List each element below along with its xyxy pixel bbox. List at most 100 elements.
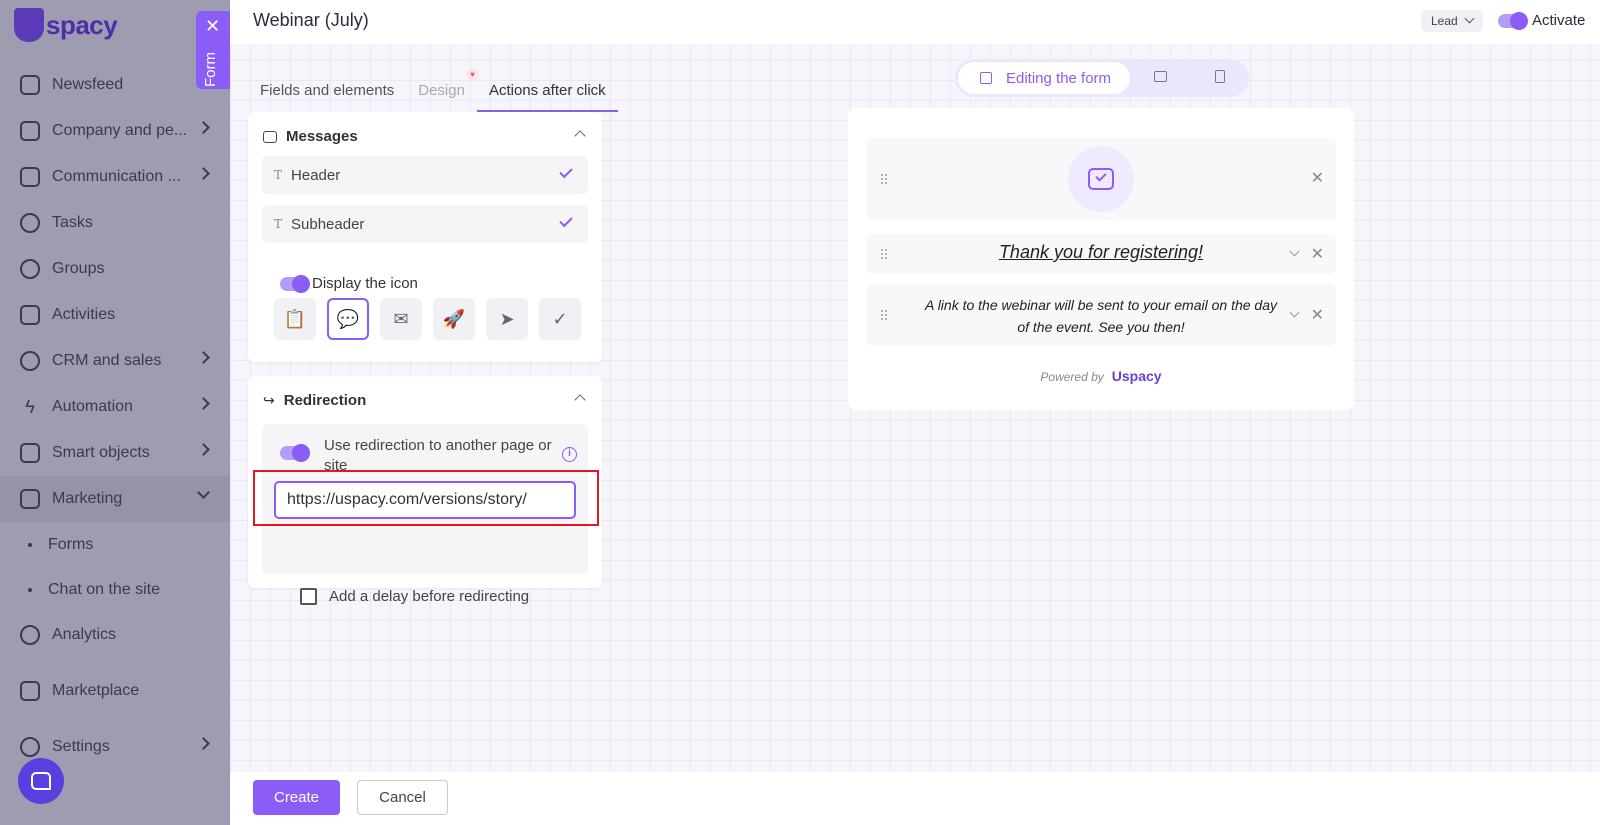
- tab-actions-after-click[interactable]: Actions after click: [476, 74, 618, 112]
- redirection-toggle[interactable]: [280, 444, 310, 462]
- chevron-down-icon[interactable]: [1289, 307, 1300, 318]
- sidebar-item-tasks[interactable]: Tasks: [0, 200, 230, 246]
- sidebar-item-label: Smart objects: [52, 444, 150, 461]
- logo-text: spacy: [46, 9, 118, 40]
- sidebar-item-label: Automation: [52, 398, 133, 415]
- preview-header-block[interactable]: Thank you for registering! ✕: [866, 234, 1336, 274]
- sidebar-item-groups[interactable]: Groups: [0, 246, 230, 292]
- sidebar-item-marketing[interactable]: Marketing: [0, 476, 230, 522]
- sidebar-item-communication[interactable]: Communication ...: [0, 154, 230, 200]
- laptop-icon[interactable]: [1154, 71, 1167, 82]
- calendar-icon: [20, 305, 40, 325]
- form-editor: Webinar (July) Lead Activate Fields and …: [230, 0, 1600, 825]
- chevron-right-icon: [197, 121, 210, 134]
- rocket-icon[interactable]: 🚀: [433, 298, 475, 340]
- powered-by: Powered by Uspacy: [848, 368, 1354, 384]
- sidebar-subitem-chat-on-site[interactable]: Chat on the site: [0, 567, 230, 612]
- message-header-row[interactable]: T Header: [262, 156, 588, 194]
- sidebar-item-label: Activities: [52, 306, 116, 323]
- sidebar: spacy Newsfeed Company and pe... Communi…: [0, 0, 230, 825]
- create-button[interactable]: Create: [253, 780, 340, 815]
- sidebar-item-label: Company and pe...: [52, 122, 188, 139]
- redirection-title: ↪ Redirection: [263, 392, 366, 409]
- chevron-right-icon: [197, 167, 210, 180]
- sidebar-nav: Newsfeed Company and pe... Communication…: [0, 62, 230, 770]
- display-icon-control[interactable]: Display the icon: [280, 274, 418, 293]
- tab-design[interactable]: Design ♥: [406, 68, 479, 112]
- close-icon[interactable]: ✕: [205, 17, 220, 35]
- sidebar-item-label: Marketplace: [52, 682, 140, 699]
- form-tab-label: Form: [202, 52, 219, 87]
- sidebar-item-smart-objects[interactable]: Smart objects: [0, 430, 230, 476]
- check-icon: [559, 164, 573, 179]
- sidebar-item-label: Communication ...: [52, 168, 181, 185]
- delay-control[interactable]: Add a delay before redirecting: [300, 588, 529, 605]
- sidebar-subitem-forms[interactable]: Forms: [0, 522, 230, 567]
- close-icon[interactable]: ✕: [1311, 168, 1324, 188]
- preview-subheader-block[interactable]: A link to the webinar will be sent to yo…: [866, 284, 1336, 346]
- icon-picker: 📋 💬 ✉ 🚀 ➤ ✓: [274, 298, 592, 340]
- chat-check-icon[interactable]: 💬: [327, 298, 369, 340]
- message-icon: [263, 130, 277, 143]
- editing-form-button[interactable]: Editing the form: [958, 62, 1130, 94]
- info-icon[interactable]: i: [562, 447, 577, 462]
- chevron-up-icon[interactable]: [574, 130, 586, 142]
- chart-icon: [20, 625, 40, 645]
- chevron-right-icon: [197, 397, 210, 410]
- delay-label: Add a delay before redirecting: [329, 588, 530, 605]
- store-icon: [20, 681, 40, 701]
- clipboard-icon[interactable]: 📋: [274, 298, 316, 340]
- tab-label: Design: [418, 82, 465, 99]
- display-icon-toggle[interactable]: [280, 274, 310, 293]
- activate-control[interactable]: Activate: [1498, 11, 1585, 30]
- entity-select[interactable]: Lead: [1421, 10, 1483, 32]
- mobile-icon[interactable]: [1215, 70, 1225, 83]
- tab-fields-and-elements[interactable]: Fields and elements: [248, 74, 406, 112]
- sidebar-item-analytics[interactable]: Analytics: [0, 612, 230, 658]
- header-bar: Webinar (July) Lead Activate: [230, 0, 1600, 44]
- close-icon[interactable]: ✕: [1311, 244, 1324, 264]
- check-circle-icon: [20, 213, 40, 233]
- preview-icon-block[interactable]: ✕: [866, 138, 1336, 220]
- sidebar-item-label: Settings: [52, 738, 110, 755]
- check-icon[interactable]: ✓: [539, 298, 581, 340]
- form-side-tab[interactable]: ✕ Form: [196, 11, 230, 89]
- sidebar-item-activities[interactable]: Activities: [0, 292, 230, 338]
- cancel-button[interactable]: Cancel: [357, 780, 448, 815]
- activate-toggle[interactable]: [1498, 11, 1528, 30]
- entity-select-value: Lead: [1431, 14, 1458, 28]
- chevron-right-icon: [197, 443, 210, 456]
- messages-card: Messages T Header T Subheader Display the …: [248, 112, 602, 362]
- chat-check-icon: [1068, 146, 1134, 212]
- sidebar-item-marketplace[interactable]: Marketplace: [0, 668, 230, 714]
- text-type-icon: T: [274, 168, 283, 182]
- chevron-right-icon: [197, 737, 210, 750]
- megaphone-icon: [20, 489, 40, 509]
- send-icon[interactable]: ➤: [486, 298, 528, 340]
- powered-brand-logo: Uspacy: [1111, 368, 1162, 384]
- message-subheader-row[interactable]: T Subheader: [262, 205, 588, 243]
- redirection-title-text: Redirection: [283, 392, 367, 409]
- sidebar-item-label: Newsfeed: [52, 76, 124, 93]
- sidebar-item-crm[interactable]: CRM and sales: [0, 338, 230, 384]
- drag-handle-icon[interactable]: [880, 309, 888, 321]
- delay-checkbox[interactable]: [300, 588, 317, 605]
- editing-form-label: Editing the form: [1006, 69, 1112, 87]
- close-icon[interactable]: ✕: [1311, 305, 1324, 325]
- app-logo[interactable]: spacy: [14, 8, 118, 42]
- preview-subheader-text: A link to the webinar will be sent to yo…: [924, 297, 1277, 335]
- home-icon: [20, 75, 40, 95]
- form-preview: ✕ Thank you for registering! ✕ A link to…: [848, 108, 1354, 410]
- edit-icon: [980, 72, 992, 84]
- drag-handle-icon[interactable]: [880, 173, 888, 185]
- preview-header-text: Thank you for registering!: [998, 242, 1204, 262]
- message-row-label: Header: [291, 166, 341, 184]
- chevron-up-icon[interactable]: [574, 394, 586, 406]
- sidebar-item-automation[interactable]: ϟ Automation: [0, 384, 230, 430]
- settings-tabs: Fields and elements Design ♥ Actions afte…: [248, 68, 618, 112]
- sidebar-item-company[interactable]: Company and pe...: [0, 108, 230, 154]
- gear-icon: [20, 737, 40, 757]
- sidebar-item-label: Groups: [52, 260, 105, 277]
- mail-icon[interactable]: ✉: [380, 298, 422, 340]
- support-chat-button[interactable]: [18, 758, 64, 804]
